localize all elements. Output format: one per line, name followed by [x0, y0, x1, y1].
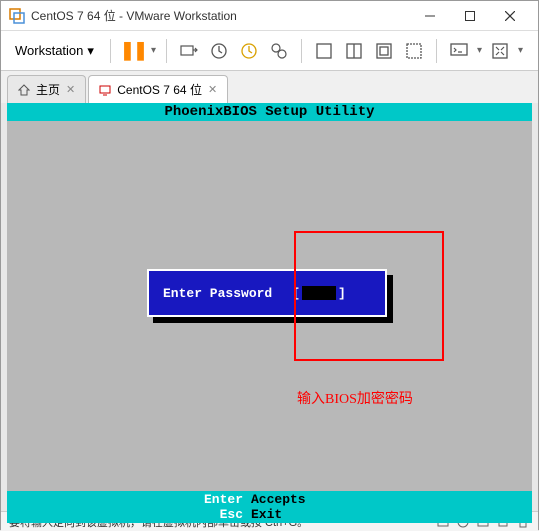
bios-title: PhoenixBIOS Setup Utility — [7, 103, 532, 121]
footer-action: Exit — [251, 507, 282, 522]
toolbar-separator — [301, 39, 302, 63]
dropdown-arrow-icon[interactable]: ▾ — [477, 45, 482, 56]
snapshot-button[interactable] — [207, 39, 231, 63]
send-ctrl-alt-del-button[interactable] — [177, 39, 201, 63]
view-split-button[interactable] — [342, 39, 366, 63]
footer-row-esc: Esc Exit — [197, 507, 532, 522]
toolbar-separator — [166, 39, 167, 63]
footer-key: Esc — [197, 507, 251, 522]
toolbar-separator — [110, 39, 111, 63]
console-view-button[interactable] — [447, 39, 471, 63]
view-console-button[interactable] — [402, 39, 426, 63]
app-icon — [9, 8, 25, 24]
snapshot-manager-button[interactable] — [267, 39, 291, 63]
main-toolbar: Workstation ▾ ❚❚ ▾ ▾ ▾ — [1, 31, 538, 71]
toolbar-separator — [436, 39, 437, 63]
window-titlebar: CentOS 7 64 位 - VMware Workstation — [1, 1, 538, 31]
bios-body: Enter Password [] 输入BIOS加密密码 — [7, 121, 532, 491]
dropdown-arrow-icon[interactable]: ▾ — [518, 45, 523, 56]
workstation-menu[interactable]: Workstation ▾ — [9, 39, 100, 63]
tab-close-icon[interactable]: ✕ — [66, 83, 75, 96]
tab-label: CentOS 7 64 位 — [117, 81, 202, 98]
password-label: Enter Password — [163, 286, 272, 301]
tab-bar: 主页 ✕ CentOS 7 64 位 ✕ — [1, 71, 538, 103]
fullscreen-button[interactable] — [488, 39, 512, 63]
footer-row-enter: Enter Accepts — [197, 492, 532, 507]
window-controls — [410, 2, 530, 30]
close-button[interactable] — [490, 2, 530, 30]
workstation-menu-label: Workstation — [15, 43, 83, 58]
home-icon — [18, 84, 30, 96]
dropdown-arrow-icon: ▾ — [87, 43, 94, 59]
tab-vm[interactable]: CentOS 7 64 位 ✕ — [88, 75, 228, 103]
footer-key: Enter — [197, 492, 251, 507]
snapshot-revert-button[interactable] — [237, 39, 261, 63]
dropdown-arrow-icon[interactable]: ▾ — [151, 45, 156, 56]
vm-display-area[interactable]: PhoenixBIOS Setup Utility Enter Password… — [7, 103, 532, 511]
footer-action: Accepts — [251, 492, 306, 507]
pause-button[interactable]: ❚❚ — [121, 39, 145, 63]
vm-icon — [99, 84, 111, 96]
tab-home[interactable]: 主页 ✕ — [7, 75, 86, 103]
view-unity-button[interactable] — [372, 39, 396, 63]
bios-footer: Enter Accepts Esc Exit — [7, 491, 532, 523]
view-single-button[interactable] — [312, 39, 336, 63]
tab-close-icon[interactable]: ✕ — [208, 83, 217, 96]
window-title: CentOS 7 64 位 - VMware Workstation — [31, 7, 410, 24]
tab-label: 主页 — [36, 81, 60, 98]
maximize-button[interactable] — [450, 2, 490, 30]
minimize-button[interactable] — [410, 2, 450, 30]
annotation-rectangle — [294, 231, 444, 361]
annotation-text: 输入BIOS加密密码 — [297, 388, 413, 408]
